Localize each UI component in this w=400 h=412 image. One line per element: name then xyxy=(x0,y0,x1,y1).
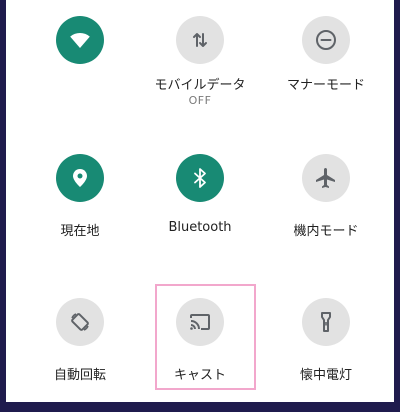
tile-auto-rotate[interactable]: 自動回転 xyxy=(20,292,140,412)
wifi-toggle[interactable] xyxy=(56,16,104,64)
mobile-data-toggle[interactable] xyxy=(176,16,224,64)
tile-location[interactable]: 現在地 xyxy=(20,150,140,270)
bluetooth-toggle[interactable] xyxy=(176,154,224,202)
flashlight-icon xyxy=(321,312,331,332)
auto-rotate-label: 自動回転 xyxy=(53,368,106,383)
mobile-data-status: OFF xyxy=(188,94,212,107)
flashlight-label: 懐中電灯 xyxy=(299,368,352,383)
location-pin-icon xyxy=(73,169,87,187)
flashlight-toggle[interactable] xyxy=(302,298,350,346)
location-toggle[interactable] xyxy=(56,154,104,202)
cast-toggle[interactable] xyxy=(176,298,224,346)
tile-mobile-data[interactable]: モバイルデータ OFF xyxy=(140,8,260,128)
tile-flashlight[interactable]: 懐中電灯 xyxy=(266,292,386,412)
do-not-disturb-toggle[interactable] xyxy=(302,16,350,64)
tile-bluetooth[interactable]: Bluetooth xyxy=(140,150,260,270)
airplane-mode-label: 機内モード xyxy=(293,224,359,239)
tile-wifi[interactable] xyxy=(20,8,140,128)
airplane-mode-toggle[interactable] xyxy=(302,154,350,202)
tile-airplane-mode[interactable]: 機内モード xyxy=(266,150,386,270)
mobile-data-icon xyxy=(193,33,207,47)
quick-settings-panel: モバイルデータ OFF マナーモード 現在地 Bluetooth 機内モード 自… xyxy=(6,0,394,402)
auto-rotate-icon xyxy=(71,313,89,331)
auto-rotate-toggle[interactable] xyxy=(56,298,104,346)
bluetooth-label: Bluetooth xyxy=(168,220,232,235)
wifi-icon xyxy=(70,32,90,48)
cast-label: キャスト xyxy=(173,368,226,383)
tile-do-not-disturb[interactable]: マナーモード xyxy=(266,8,386,128)
mobile-data-label: モバイルデータ xyxy=(154,78,246,93)
tile-cast[interactable]: キャスト xyxy=(140,292,260,412)
cast-icon xyxy=(190,314,210,330)
location-label: 現在地 xyxy=(60,224,100,239)
airplane-icon xyxy=(316,168,335,188)
bluetooth-icon xyxy=(194,168,206,188)
do-not-disturb-icon xyxy=(316,30,336,50)
do-not-disturb-label: マナーモード xyxy=(286,78,365,93)
